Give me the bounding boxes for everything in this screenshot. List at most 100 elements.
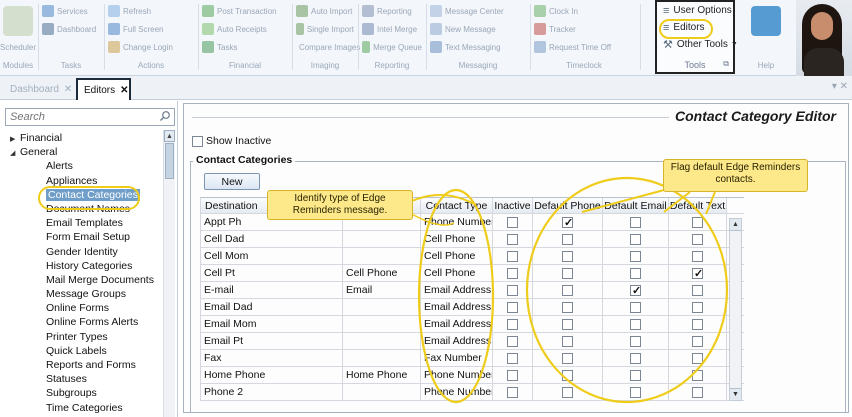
table-row[interactable]: Phone 2 Phone Number [201,384,744,401]
cell-destination[interactable]: Fax [201,350,343,366]
cell-destination[interactable]: Cell Pt [201,265,343,281]
tree-item[interactable]: Subgroups [10,386,162,400]
cell-contact-type[interactable]: Fax Number [421,350,493,366]
default-phone-checkbox[interactable] [562,250,573,262]
ribbon-item-post-transaction[interactable]: Post Transaction [202,2,288,20]
cell-destination[interactable]: Home Phone [201,367,343,383]
tree-item[interactable]: History Categories [10,259,162,273]
default-text-checkbox[interactable] [692,284,703,296]
default-phone-checkbox[interactable] [562,318,573,330]
tab-dashboard[interactable]: Dashboard ✕ [4,78,78,100]
ribbon-item-compare-images[interactable]: Compare Images [296,38,360,56]
cell-destination[interactable]: Email Pt [201,333,343,349]
cell-contact-type[interactable]: Cell Phone [421,248,493,264]
default-email-checkbox[interactable] [630,301,641,313]
default-email-checkbox[interactable] [630,386,641,398]
default-email-checkbox[interactable] [630,250,641,262]
cell-reminder-type[interactable] [343,248,421,264]
ribbon-item-request-time-off[interactable]: Request Time Off [534,38,634,56]
inactive-checkbox[interactable] [507,233,518,245]
close-icon[interactable]: ✕ [64,84,72,95]
ribbon-item-scheduler[interactable]: Scheduler [0,38,36,56]
column-default-text-header[interactable]: Default Text [669,198,727,213]
tree-item[interactable]: Form Email Setup [10,230,162,244]
cell-contact-type[interactable]: Email Address [421,333,493,349]
expand-arrow-icon[interactable]: ◢ [10,147,20,161]
scroll-up-icon[interactable]: ▲ [730,219,741,231]
editors-button[interactable]: ≡ Editors [657,19,733,36]
inactive-checkbox[interactable] [507,301,518,313]
default-phone-checkbox[interactable] [562,369,573,381]
table-row[interactable]: Email Mom Email Address [201,316,744,333]
cell-reminder-type[interactable] [343,231,421,247]
ribbon-item-intel-merge[interactable]: Intel Merge [362,20,422,38]
tree-item[interactable]: Email Templates [10,216,162,230]
tree-item[interactable]: Mail Merge Documents [10,273,162,287]
default-phone-checkbox[interactable] [562,335,573,347]
tab-list-icon[interactable]: ▾ ✕ [832,81,848,92]
cell-contact-type[interactable]: Email Address [421,299,493,315]
cell-reminder-type[interactable]: Cell Phone [343,265,421,281]
tree-item[interactable]: Gender Identity [10,245,162,259]
new-button[interactable]: New [204,173,260,190]
cell-contact-type[interactable]: Cell Phone [421,265,493,281]
cell-contact-type[interactable]: Phone Number [421,367,493,383]
default-text-checkbox[interactable] [692,352,703,364]
tree-item[interactable]: Alerts [10,159,162,173]
cell-contact-type[interactable]: Email Address [421,282,493,298]
tab-editors[interactable]: Editors ✕ [76,78,131,100]
table-row[interactable]: Fax Fax Number [201,350,744,367]
cell-destination[interactable]: Phone 2 [201,384,343,400]
cell-destination[interactable]: Email Mom [201,316,343,332]
cell-contact-type[interactable]: Cell Phone [421,231,493,247]
ribbon-item-auto-import[interactable]: Auto Import [296,2,354,20]
tree-item[interactable]: Quick Labels [10,344,162,358]
tree-item[interactable]: Contact Categories [10,188,162,202]
default-email-checkbox[interactable] [630,216,641,228]
dialog-launcher-icon[interactable]: ⧉ [723,59,729,69]
scroll-down-icon[interactable]: ▼ [730,388,741,400]
ribbon-item-auto-receipts[interactable]: Auto Receipts [202,20,288,38]
grid-scrollbar[interactable]: ▲ ▼ [729,218,742,401]
ribbon-item-dashboard[interactable]: Dashboard [42,20,100,38]
ribbon-item-reporting[interactable]: Reporting [362,2,422,20]
scroll-thumb[interactable] [165,143,174,179]
inactive-checkbox[interactable] [507,267,518,279]
default-phone-checkbox[interactable] [562,301,573,313]
tree-group-node[interactable]: ▶ Financial [10,131,162,145]
cell-destination[interactable]: Cell Mom [201,248,343,264]
help-icon[interactable] [751,6,781,36]
table-row[interactable]: Home Phone Home Phone Phone Number [201,367,744,384]
cell-reminder-type[interactable]: Email [343,282,421,298]
inactive-checkbox[interactable] [507,386,518,398]
tree-item[interactable]: Online Forms [10,301,162,315]
other-tools-dropdown[interactable]: ⚒ Other Tools ▼ [657,36,738,53]
cell-destination[interactable]: Email Dad [201,299,343,315]
sidebar-scrollbar[interactable]: ▲ [163,130,175,417]
scroll-up-icon[interactable]: ▲ [164,130,175,142]
cell-reminder-type[interactable] [343,299,421,315]
cell-reminder-type[interactable]: Home Phone [343,367,421,383]
default-text-checkbox[interactable] [692,266,703,281]
default-email-checkbox[interactable] [630,335,641,347]
table-row[interactable]: Email Dad Email Address [201,299,744,316]
default-text-checkbox[interactable] [692,369,703,381]
ribbon-item-change-login[interactable]: Change Login [108,38,194,56]
ribbon-item-tasks[interactable]: Tasks [202,38,288,56]
default-email-checkbox[interactable] [630,283,641,298]
cell-contact-type[interactable]: Email Address [421,316,493,332]
tree-item[interactable]: Reports and Forms [10,358,162,372]
search-input[interactable] [6,109,154,125]
tree-item[interactable]: Time Categories [10,401,162,415]
default-email-checkbox[interactable] [630,352,641,364]
default-text-checkbox[interactable] [692,233,703,245]
default-text-checkbox[interactable] [692,216,703,228]
tree-item[interactable]: Online Forms Alerts [10,315,162,329]
default-phone-checkbox[interactable] [562,267,573,279]
default-phone-checkbox[interactable] [562,284,573,296]
table-row[interactable]: Email Pt Email Address [201,333,744,350]
show-inactive-checkbox[interactable] [192,135,203,147]
ribbon-item-new-message[interactable]: New Message [430,20,526,38]
ribbon-item-tracker[interactable]: Tracker [534,20,634,38]
cell-reminder-type[interactable] [343,333,421,349]
